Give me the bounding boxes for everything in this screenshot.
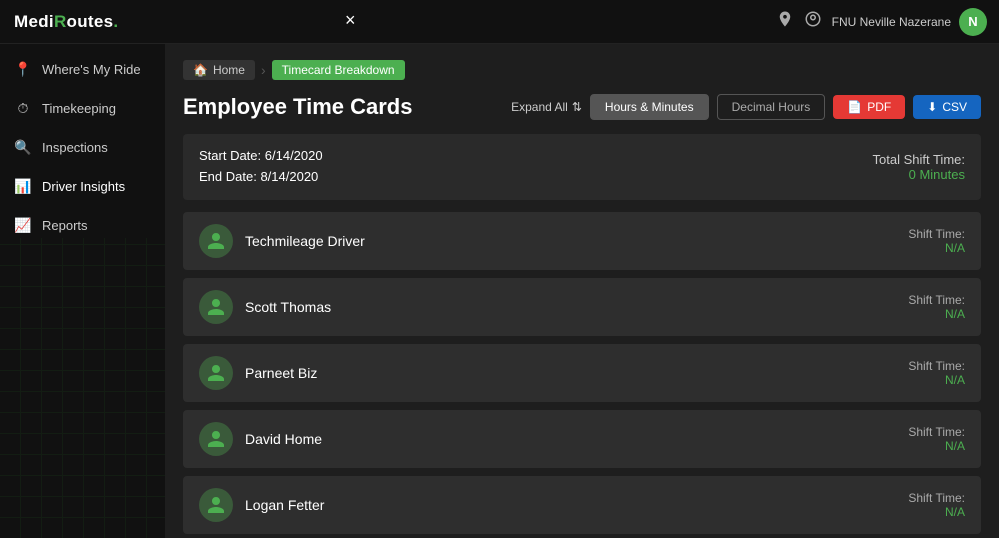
breadcrumb: 🏠 Home › Timecard Breakdown (183, 60, 981, 80)
driver-name: David Home (245, 431, 322, 447)
header-controls: Expand All ⇅ Hours & Minutes Decimal Hou… (511, 94, 981, 120)
driver-row[interactable]: Logan Fetter Shift Time: N/A (183, 476, 981, 534)
sidebar-nav: 📍 Where's My Ride ⏱ Timekeeping 🔍 Inspec… (0, 44, 165, 538)
close-button[interactable]: × (345, 10, 356, 31)
driver-avatar (199, 290, 233, 324)
main-content: × FNU Neville Nazerane N 🏠 Home › Timeca… (165, 0, 999, 538)
sidebar-item-timekeeping[interactable]: ⏱ Timekeeping (0, 89, 165, 128)
topbar: × FNU Neville Nazerane N (165, 0, 999, 44)
reports-icon: 📈 (14, 217, 32, 234)
driver-name: Scott Thomas (245, 299, 331, 315)
person-icon (206, 297, 226, 317)
shift-value: N/A (908, 241, 965, 255)
driver-right: Shift Time: N/A (908, 359, 965, 387)
page-title: Employee Time Cards (183, 94, 412, 120)
location-topbar-icon[interactable] (776, 10, 794, 33)
driver-left: Logan Fetter (199, 488, 324, 522)
driver-left: David Home (199, 422, 322, 456)
driver-name: Techmileage Driver (245, 233, 365, 249)
driver-name: Parneet Biz (245, 365, 317, 381)
driver-right: Shift Time: N/A (908, 491, 965, 519)
end-date-label: End Date: (199, 169, 257, 184)
sidebar-item-wheres-my-ride[interactable]: 📍 Where's My Ride (0, 50, 165, 89)
driver-left: Techmileage Driver (199, 224, 365, 258)
breadcrumb-separator: › (261, 62, 266, 78)
shift-label: Shift Time: (908, 227, 965, 241)
location-icon: 📍 (14, 61, 32, 78)
shift-value: N/A (908, 505, 965, 519)
user-name: FNU Neville Nazerane (832, 15, 951, 29)
start-date-label: Start Date: (199, 148, 261, 163)
clock-icon: ⏱ (14, 100, 32, 117)
shift-value: N/A (908, 439, 965, 453)
inspect-icon: 🔍 (14, 139, 32, 156)
content-area: 🏠 Home › Timecard Breakdown Employee Tim… (165, 44, 999, 538)
driver-right: Shift Time: N/A (908, 227, 965, 255)
driver-left: Scott Thomas (199, 290, 331, 324)
pdf-button[interactable]: 📄 PDF (833, 95, 905, 119)
driver-row[interactable]: Parneet Biz Shift Time: N/A (183, 344, 981, 402)
driver-avatar (199, 356, 233, 390)
date-info: Start Date: 6/14/2020 End Date: 8/14/202… (199, 146, 323, 188)
driver-avatar (199, 422, 233, 456)
shift-label: Shift Time: (908, 293, 965, 307)
driver-avatar (199, 488, 233, 522)
driver-avatar (199, 224, 233, 258)
start-date-value: 6/14/2020 (265, 148, 323, 163)
pdf-icon: 📄 (847, 100, 862, 114)
expand-all-button[interactable]: Expand All ⇅ (511, 100, 582, 114)
driver-name: Logan Fetter (245, 497, 324, 513)
user-avatar: N (959, 8, 987, 36)
sidebar: MediRoutes. 📍 Where's My Ride ⏱ Timekeep… (0, 0, 165, 538)
sidebar-item-inspections[interactable]: 🔍 Inspections (0, 128, 165, 167)
sidebar-item-reports[interactable]: 📈 Reports (0, 206, 165, 245)
csv-button[interactable]: ⬇ CSV (913, 95, 981, 119)
driver-left: Parneet Biz (199, 356, 317, 390)
sidebar-item-driver-insights[interactable]: 📊 Driver Insights (0, 167, 165, 206)
shift-value: N/A (908, 307, 965, 321)
shift-label: Shift Time: (908, 359, 965, 373)
shift-label: Shift Time: (908, 425, 965, 439)
info-card: Start Date: 6/14/2020 End Date: 8/14/202… (183, 134, 981, 200)
total-shift: Total Shift Time: 0 Minutes (873, 152, 965, 182)
person-icon (206, 429, 226, 449)
driver-row[interactable]: David Home Shift Time: N/A (183, 410, 981, 468)
logo: MediRoutes. (0, 0, 165, 44)
home-icon: 🏠 (193, 63, 208, 77)
sort-icon: ⇅ (572, 100, 582, 114)
csv-icon: ⬇ (927, 100, 937, 114)
hours-minutes-tab[interactable]: Hours & Minutes (590, 94, 709, 120)
shift-label: Shift Time: (908, 491, 965, 505)
driver-right: Shift Time: N/A (908, 293, 965, 321)
page-header: Employee Time Cards Expand All ⇅ Hours &… (183, 94, 981, 120)
person-icon (206, 231, 226, 251)
driver-row[interactable]: Scott Thomas Shift Time: N/A (183, 278, 981, 336)
breadcrumb-current[interactable]: Timecard Breakdown (272, 60, 405, 80)
person-icon (206, 363, 226, 383)
driver-right: Shift Time: N/A (908, 425, 965, 453)
insights-icon: 📊 (14, 178, 32, 195)
breadcrumb-home[interactable]: 🏠 Home (183, 60, 255, 80)
total-shift-label: Total Shift Time: (873, 152, 965, 167)
end-date-value: 8/14/2020 (260, 169, 318, 184)
user-info: FNU Neville Nazerane N (832, 8, 987, 36)
settings-topbar-icon[interactable] (804, 10, 822, 33)
driver-list: Techmileage Driver Shift Time: N/A Scott… (183, 212, 981, 538)
person-icon (206, 495, 226, 515)
total-shift-value: 0 Minutes (873, 167, 965, 182)
shift-value: N/A (908, 373, 965, 387)
decimal-hours-tab[interactable]: Decimal Hours (717, 94, 826, 120)
driver-row[interactable]: Techmileage Driver Shift Time: N/A (183, 212, 981, 270)
